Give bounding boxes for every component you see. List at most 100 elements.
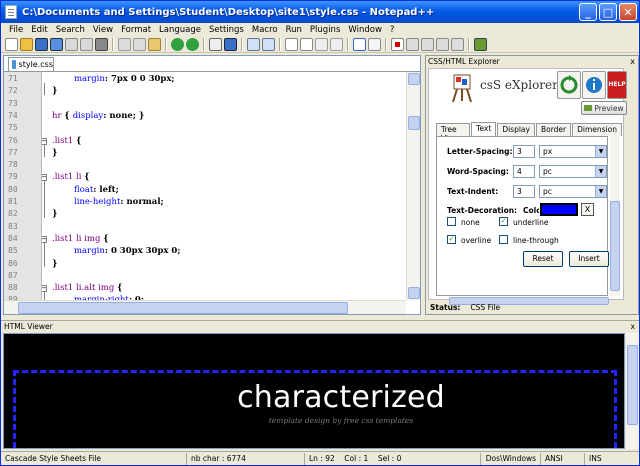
- menu-language[interactable]: Language: [155, 25, 205, 35]
- code-line[interactable]: hr { display: none; }: [52, 111, 144, 121]
- menu-edit[interactable]: Edit: [27, 25, 51, 35]
- code-line[interactable]: .list1 li img {: [52, 234, 109, 244]
- save-icon[interactable]: [35, 38, 48, 51]
- zoom-out-icon[interactable]: [262, 38, 275, 51]
- code-line[interactable]: line-height: normal;: [74, 197, 164, 207]
- title-bar[interactable]: C:\Documents and Settings\Student\Deskto…: [1, 1, 639, 23]
- color-swatch[interactable]: [539, 202, 579, 217]
- scroll-thumb[interactable]: [408, 116, 420, 130]
- fold-toggle-icon[interactable]: −: [42, 285, 47, 293]
- vertical-scrollbar[interactable]: [406, 72, 420, 300]
- copy-icon[interactable]: [133, 38, 146, 51]
- scroll-thumb[interactable]: [18, 302, 348, 314]
- document-tab[interactable]: style.css: [8, 57, 54, 71]
- save-macro-icon[interactable]: [451, 38, 464, 51]
- run-macro-multiple-icon[interactable]: [436, 38, 449, 51]
- code-editor[interactable]: style.css 71 72 73 74 75 76 77 78 79 80 81 82 83 84 85…: [3, 55, 421, 315]
- stop-macro-icon[interactable]: [406, 38, 419, 51]
- code-line[interactable]: margin: 0 30px 30px 0;: [74, 246, 180, 256]
- sync-scroll-icon[interactable]: [285, 38, 298, 51]
- code-line[interactable]: .list1 {: [52, 136, 82, 146]
- code-line[interactable]: }: [52, 209, 57, 219]
- help-icon[interactable]: HELP: [607, 71, 627, 99]
- menu-help[interactable]: ?: [386, 25, 399, 35]
- horizontal-scrollbar[interactable]: [4, 300, 406, 314]
- preview-button[interactable]: Preview: [581, 101, 627, 115]
- text-indent-input[interactable]: 3: [513, 185, 535, 198]
- menu-format[interactable]: Format: [117, 25, 155, 35]
- clear-color-button[interactable]: X: [581, 203, 594, 216]
- menu-macro[interactable]: Macro: [248, 25, 282, 35]
- replace-icon[interactable]: [224, 38, 237, 51]
- scroll-up-arrow-icon[interactable]: [408, 73, 420, 85]
- chevron-down-icon[interactable]: ▼: [595, 146, 606, 157]
- menu-run[interactable]: Run: [282, 25, 306, 35]
- letter-spacing-input[interactable]: 3: [513, 145, 535, 158]
- play-macro-icon[interactable]: [421, 38, 434, 51]
- save-all-icon[interactable]: [50, 38, 63, 51]
- zoom-in-icon[interactable]: [247, 38, 260, 51]
- menu-file[interactable]: File: [5, 25, 27, 35]
- menu-search[interactable]: Search: [52, 25, 89, 35]
- fold-toggle-icon[interactable]: −: [42, 137, 47, 145]
- none-checkbox[interactable]: [447, 217, 456, 226]
- find-icon[interactable]: [209, 38, 222, 51]
- close-button[interactable]: ✕: [619, 3, 637, 21]
- doc-map-icon[interactable]: [368, 38, 381, 51]
- minimize-button[interactable]: _: [579, 3, 597, 21]
- html-viewer-close-button[interactable]: x: [631, 322, 639, 331]
- user-lang-icon[interactable]: [353, 38, 366, 51]
- reset-button[interactable]: Reset: [523, 251, 563, 267]
- text-indent-unit-select[interactable]: pc ▼: [539, 185, 607, 198]
- record-macro-icon[interactable]: [391, 38, 404, 51]
- open-folder-icon[interactable]: [20, 38, 33, 51]
- tab-text[interactable]: Text: [471, 122, 497, 136]
- show-all-chars-icon[interactable]: [315, 38, 328, 51]
- word-spacing-unit-select[interactable]: pc ▼: [539, 165, 607, 178]
- menu-plugins[interactable]: Plugins: [306, 25, 344, 35]
- code-line[interactable]: .list1 li.alt img {: [52, 283, 122, 293]
- close-all-icon[interactable]: [80, 38, 93, 51]
- line-through-checkbox[interactable]: [499, 235, 508, 244]
- sync-icon[interactable]: [557, 71, 581, 99]
- fold-toggle-icon[interactable]: −: [42, 174, 47, 182]
- overline-checkbox[interactable]: ✓: [447, 235, 456, 244]
- close-file-icon[interactable]: [65, 38, 78, 51]
- html-viewer[interactable]: characterized template design by free cs…: [3, 333, 625, 449]
- code-line[interactable]: float: left;: [74, 185, 119, 195]
- panel-vertical-scrollbar[interactable]: [610, 136, 620, 296]
- maximize-button[interactable]: □: [599, 3, 617, 21]
- scroll-down-arrow-icon[interactable]: [408, 287, 420, 299]
- code-line[interactable]: .list1 li {: [52, 172, 90, 182]
- css-explorer-icon[interactable]: [474, 38, 487, 51]
- chevron-down-icon[interactable]: ▼: [595, 166, 606, 177]
- panel-close-button[interactable]: x: [630, 57, 638, 66]
- chevron-down-icon[interactable]: ▼: [595, 186, 606, 197]
- viewer-vertical-scrollbar[interactable]: [626, 333, 639, 449]
- paste-icon[interactable]: [148, 38, 161, 51]
- menu-settings[interactable]: Settings: [205, 25, 248, 35]
- code-line[interactable]: margin: 7px 0 0 30px;: [74, 74, 175, 84]
- info-icon[interactable]: [582, 71, 606, 99]
- tab-display[interactable]: Display: [497, 123, 535, 136]
- code-line[interactable]: }: [52, 148, 57, 158]
- tab-tree-view[interactable]: Tree View: [436, 123, 471, 143]
- new-file-icon[interactable]: [5, 38, 18, 51]
- menu-view[interactable]: View: [89, 25, 117, 35]
- scroll-thumb[interactable]: [610, 201, 620, 291]
- word-wrap-icon[interactable]: [300, 38, 313, 51]
- undo-icon[interactable]: [171, 38, 184, 51]
- code-line[interactable]: }: [52, 259, 57, 269]
- underline-checkbox[interactable]: ✓: [499, 217, 508, 226]
- code-line[interactable]: }: [52, 86, 57, 96]
- print-icon[interactable]: [95, 38, 108, 51]
- letter-spacing-unit-select[interactable]: px ▼: [539, 145, 607, 158]
- redo-icon[interactable]: [186, 38, 199, 51]
- word-spacing-input[interactable]: 4: [513, 165, 535, 178]
- indent-guide-icon[interactable]: [330, 38, 343, 51]
- tab-border[interactable]: Border: [535, 123, 572, 136]
- insert-button[interactable]: Insert: [569, 251, 609, 267]
- code-area[interactable]: margin: 7px 0 0 30px;} hr { display: none…: [42, 72, 406, 300]
- cut-icon[interactable]: [118, 38, 131, 51]
- menu-window[interactable]: Window: [344, 25, 386, 35]
